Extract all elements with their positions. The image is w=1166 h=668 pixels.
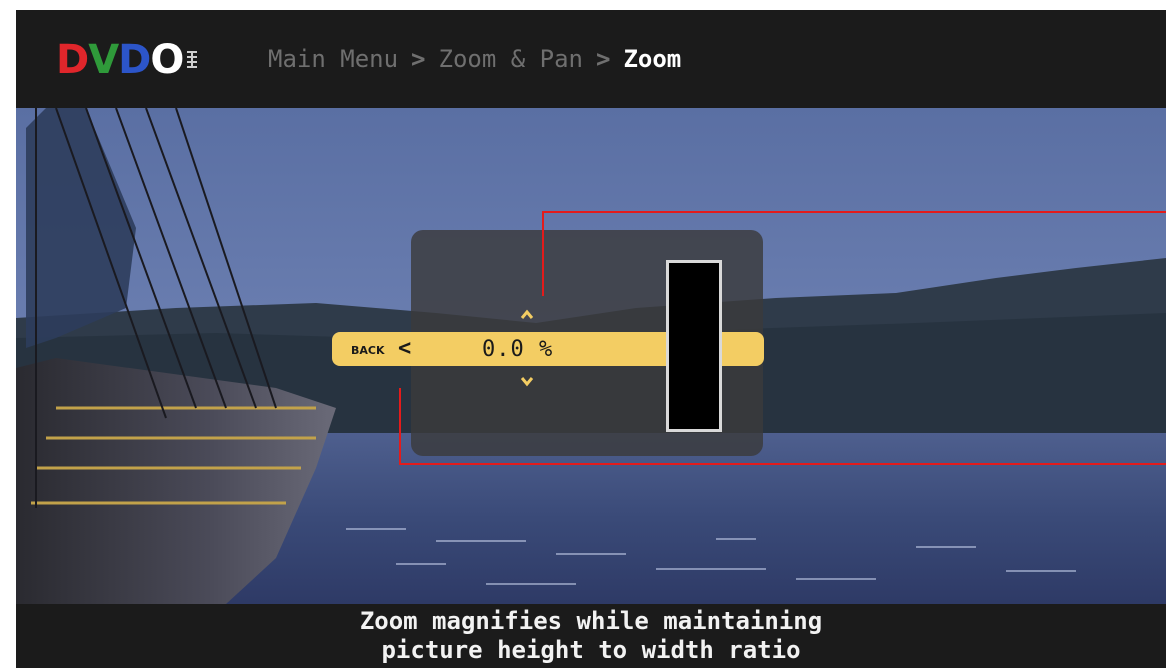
header-bar: D V D O Main Menu > Zoom & Pan > Zoom: [16, 10, 1166, 108]
zoom-level-indicator: [666, 260, 722, 432]
chevron-up-icon[interactable]: [519, 308, 535, 322]
breadcrumb: Main Menu > Zoom & Pan > Zoom: [268, 44, 681, 74]
breadcrumb-item-main-menu[interactable]: Main Menu: [268, 45, 398, 73]
logo-letter-d2: D: [118, 37, 151, 83]
back-button[interactable]: BACK: [351, 341, 385, 359]
breadcrumb-separator: >: [596, 45, 611, 73]
chevron-left-icon[interactable]: <: [398, 336, 424, 362]
breadcrumb-item-zoom-pan[interactable]: Zoom & Pan: [439, 45, 584, 73]
logo-letter-o: O: [150, 37, 184, 83]
breadcrumb-current: Zoom: [623, 45, 682, 73]
description-line-1: Zoom magnifies while maintaining: [359, 607, 823, 635]
dvdo-logo: D V D O: [56, 37, 198, 83]
zoom-value: 0.0 %: [482, 336, 554, 362]
logo-letter-d: D: [56, 37, 89, 83]
breadcrumb-separator: >: [411, 45, 426, 73]
chevron-down-icon[interactable]: [519, 374, 535, 388]
logo-mark-icon: [186, 49, 198, 72]
logo-letter-v: V: [88, 37, 119, 83]
description-footer: Zoom magnifies while maintaining picture…: [16, 604, 1166, 668]
description-line-2: picture height to width ratio: [381, 636, 801, 664]
